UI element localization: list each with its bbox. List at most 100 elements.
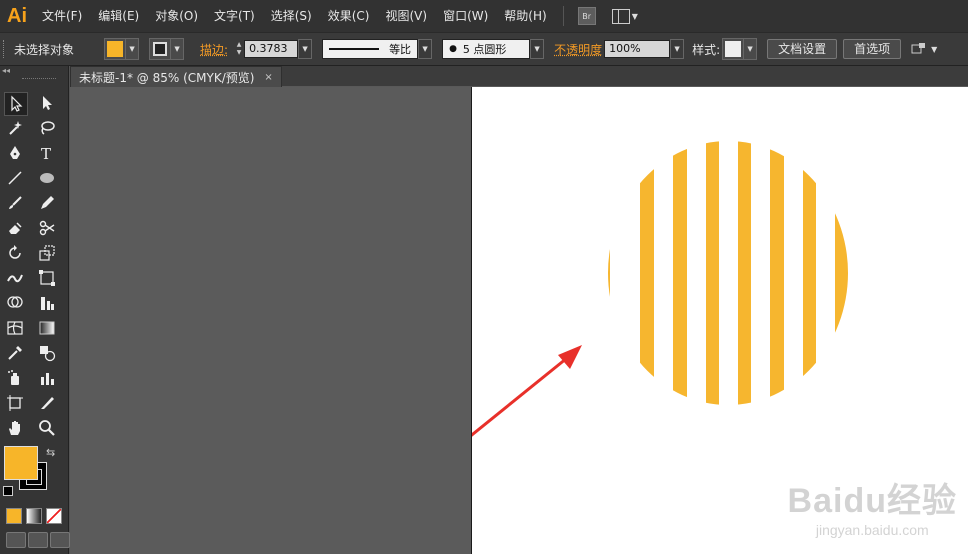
selection-arrow-icon — [11, 95, 23, 112]
artboard-tool[interactable] — [4, 392, 26, 414]
document-tab[interactable]: 未标题-1* @ 85% (CMYK/预览) × — [70, 66, 282, 87]
artboard[interactable]: Baidu经验 jingyan.baidu.com — [471, 87, 968, 554]
opacity-label[interactable]: 不透明度 — [554, 41, 602, 58]
none-mode-icon[interactable] — [46, 508, 62, 524]
gradient-tool[interactable] — [36, 317, 58, 339]
menu-type[interactable]: 文字(T) — [206, 0, 263, 32]
slice-tool[interactable] — [36, 392, 58, 414]
gradient-mode-icon[interactable] — [26, 508, 42, 524]
scissors-tool[interactable] — [36, 217, 58, 239]
perspective-grid-tool[interactable] — [36, 292, 58, 314]
preferences-button[interactable]: 首选项 — [843, 39, 902, 59]
draw-normal-icon[interactable] — [6, 532, 26, 548]
pasteboard[interactable] — [70, 87, 471, 554]
symbol-sprayer-tool[interactable] — [4, 367, 26, 389]
blend-tool[interactable] — [36, 342, 58, 364]
color-mode-icon[interactable] — [6, 508, 22, 524]
pen-tool[interactable] — [4, 142, 26, 164]
graphic-style-swatch — [725, 41, 742, 57]
stroke-profile-value: 等比 — [389, 43, 412, 56]
stripe — [770, 141, 784, 405]
free-transform-icon — [39, 270, 55, 286]
menu-view[interactable]: 视图(V) — [377, 0, 435, 32]
width-tool[interactable] — [4, 267, 26, 289]
direct-selection-arrow-icon — [43, 96, 52, 110]
bridge-button[interactable]: Br — [577, 7, 596, 25]
panel-grip[interactable] — [3, 40, 8, 58]
stroke-weight-spinner[interactable]: ▲ ▼ — [234, 40, 244, 58]
document-area: 未标题-1* @ 85% (CMYK/预览) × Baidu经验 jingyan… — [70, 66, 968, 554]
stroke-weight-dropdown[interactable]: ▼ — [298, 39, 313, 59]
eyedropper-icon — [8, 346, 22, 360]
magic-wand-icon — [9, 121, 22, 135]
panel-grip[interactable] — [22, 78, 56, 87]
fill-color-button[interactable]: ▼ — [104, 38, 140, 60]
default-colors-icon[interactable] — [3, 486, 13, 496]
baidu-watermark: Baidu经验 jingyan.baidu.com — [788, 473, 957, 538]
menu-edit[interactable]: 编辑(E) — [90, 0, 147, 32]
stroke-color-button[interactable]: ▼ — [149, 38, 185, 60]
draw-inside-icon[interactable] — [50, 532, 70, 548]
free-transform-tool[interactable] — [36, 267, 58, 289]
striped-circle[interactable] — [598, 127, 851, 427]
stroke-swatch-icon — [153, 42, 168, 56]
draw-behind-icon[interactable] — [28, 532, 48, 548]
type-tool[interactable]: T — [36, 142, 58, 164]
arrange-documents-icon — [611, 8, 630, 24]
brush-dot-icon: ● — [449, 44, 457, 54]
pencil-tool[interactable] — [36, 192, 58, 214]
shape-builder-tool[interactable] — [4, 292, 26, 314]
hand-tool[interactable] — [4, 417, 26, 439]
column-graph-tool[interactable] — [36, 367, 58, 389]
opacity-input[interactable]: 100% — [604, 40, 671, 58]
magic-wand-tool[interactable] — [4, 117, 26, 139]
brush-definition-select[interactable]: ● 5 点圆形 — [442, 39, 531, 59]
chevron-down-icon[interactable]: ▼ — [418, 39, 433, 59]
menu-help[interactable]: 帮助(H) — [496, 0, 554, 32]
selection-tool[interactable] — [4, 92, 28, 116]
mesh-tool[interactable] — [4, 317, 26, 339]
rotate-tool[interactable] — [4, 242, 26, 264]
menu-select[interactable]: 选择(S) — [263, 0, 320, 32]
chevron-down-icon[interactable]: ▼ — [530, 39, 545, 59]
stripe — [640, 141, 654, 405]
close-icon[interactable]: × — [264, 72, 272, 83]
blob-brush-tool[interactable] — [4, 217, 26, 239]
column-graph-icon — [41, 373, 54, 385]
menu-effect[interactable]: 效果(C) — [320, 0, 378, 32]
scissors-icon — [39, 220, 55, 236]
direct-selection-tool[interactable] — [36, 92, 58, 114]
symbol-sprayer-icon — [8, 370, 19, 385]
opacity-dropdown[interactable]: ▼ — [670, 39, 685, 59]
eraser-icon — [9, 222, 22, 234]
menu-window[interactable]: 窗口(W) — [435, 0, 496, 32]
stroke-label[interactable]: 描边: — [200, 41, 228, 58]
gradient-icon — [39, 321, 55, 335]
document-tab-title: 未标题-1* @ 85% (CMYK/预览) — [79, 70, 255, 85]
swap-fill-stroke-icon[interactable]: ⇆ — [46, 446, 55, 459]
arrange-documents-button[interactable]: ▼ — [611, 8, 638, 24]
ellipse-tool[interactable] — [36, 167, 58, 189]
svg-text:T: T — [41, 145, 51, 162]
document-setup-button[interactable]: 文档设置 — [767, 39, 838, 59]
lasso-tool[interactable] — [36, 117, 58, 139]
shape-builder-icon — [7, 296, 23, 308]
fill-color-front[interactable] — [4, 446, 38, 480]
align-options-button[interactable]: ▼ — [911, 42, 937, 56]
line-segment-icon — [8, 171, 22, 185]
line-segment-tool[interactable] — [4, 167, 26, 189]
stroke-weight-input[interactable]: 0.3783 — [244, 40, 299, 58]
graphic-style-button[interactable]: ▼ — [722, 38, 758, 60]
stripe — [608, 141, 610, 405]
zoom-tool[interactable] — [36, 417, 58, 439]
slice-knife-icon — [41, 397, 54, 409]
paintbrush-tool[interactable] — [4, 192, 26, 214]
scale-tool[interactable] — [36, 242, 58, 264]
watermark-logo-text: Baidu经验 — [787, 482, 957, 520]
stroke-profile-select[interactable]: 等比 — [322, 39, 419, 59]
menu-file[interactable]: 文件(F) — [34, 0, 90, 32]
collapse-panel-icon[interactable]: ◂◂ — [0, 66, 68, 76]
menu-object[interactable]: 对象(O) — [147, 0, 206, 32]
width-tool-icon — [7, 274, 23, 283]
eyedropper-tool[interactable] — [4, 342, 26, 364]
